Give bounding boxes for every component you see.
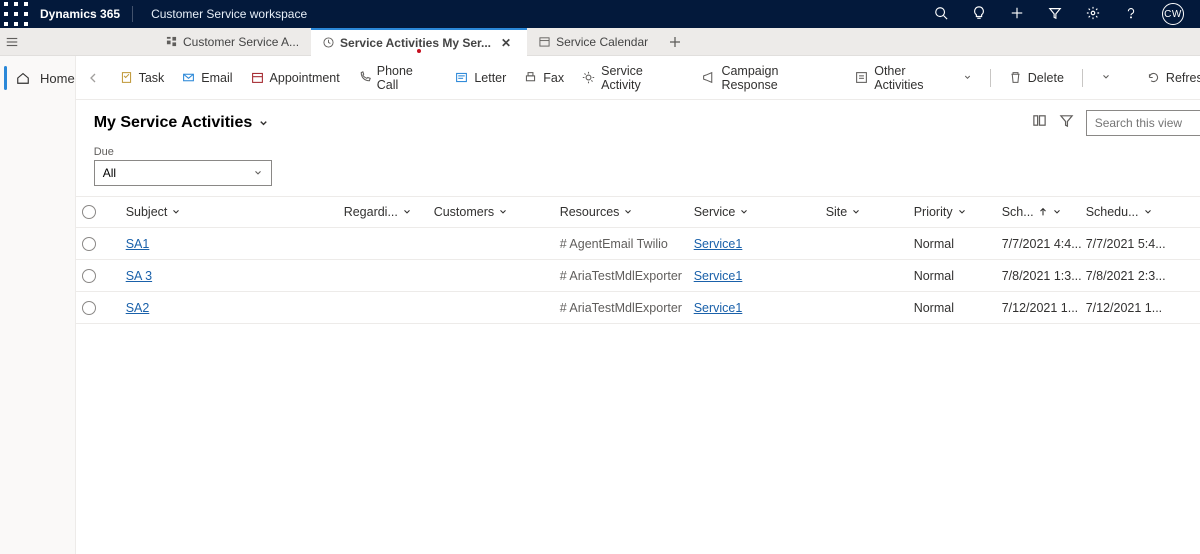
cmd-phone[interactable]: Phone Call xyxy=(358,64,438,92)
cmd-delete[interactable]: Delete xyxy=(1009,71,1064,85)
col-priority[interactable]: Priority xyxy=(914,205,1002,219)
filter-icon[interactable] xyxy=(1048,6,1062,23)
resources-cell: # AriaTestMdlExporter xyxy=(560,269,694,283)
cmd-email[interactable]: Email xyxy=(182,71,232,85)
lightbulb-icon[interactable] xyxy=(972,6,986,23)
resources-cell: # AgentEmail Twilio xyxy=(560,237,694,251)
grid-header: Subject Regardi... Customers Resources S… xyxy=(76,196,1200,228)
service-link[interactable]: Service1 xyxy=(694,301,743,315)
workspace-name[interactable]: Customer Service workspace xyxy=(133,7,325,21)
sort-asc-icon xyxy=(1038,207,1048,217)
search-view-box[interactable] xyxy=(1086,110,1200,136)
global-navbar: Dynamics 365 Customer Service workspace … xyxy=(0,0,1200,28)
scheduled-end-cell: 7/7/2021 5:4... xyxy=(1086,237,1174,251)
sidebar-toggle[interactable] xyxy=(0,28,24,55)
service-link[interactable]: Service1 xyxy=(694,269,743,283)
rail-item-home[interactable]: Home xyxy=(0,56,75,100)
subject-link[interactable]: SA2 xyxy=(126,301,150,315)
add-icon[interactable] xyxy=(1010,6,1024,23)
cmd-appointment[interactable]: Appointment xyxy=(251,71,340,85)
table-row[interactable]: SA1# AgentEmail TwilioService1Normal7/7/… xyxy=(76,228,1200,260)
command-bar: Task Email Appointment Phone Call Letter… xyxy=(76,56,1200,100)
service-link[interactable]: Service1 xyxy=(694,237,743,251)
filter-by-icon[interactable] xyxy=(1059,113,1074,133)
tab-label: Customer Service A... xyxy=(183,35,299,49)
tab-service-calendar[interactable]: Service Calendar xyxy=(527,28,660,55)
cmd-other-activities[interactable]: Other Activities xyxy=(855,64,972,92)
col-regarding[interactable]: Regardi... xyxy=(344,205,434,219)
priority-cell: Normal xyxy=(914,237,1002,251)
search-input[interactable] xyxy=(1095,116,1200,130)
cmd-fax[interactable]: Fax xyxy=(524,71,564,85)
scheduled-end-cell: 7/12/2021 1... xyxy=(1086,301,1174,315)
separator xyxy=(990,69,991,87)
scheduled-start-cell: 7/12/2021 1... xyxy=(1002,301,1086,315)
cmd-service-activity[interactable]: Service Activity xyxy=(582,64,684,92)
col-resources[interactable]: Resources xyxy=(560,205,694,219)
app-launcher-icon[interactable] xyxy=(4,2,28,26)
col-scheduled-end[interactable]: Schedu... xyxy=(1086,205,1174,219)
col-subject[interactable]: Subject xyxy=(126,205,344,219)
cmd-campaign[interactable]: Campaign Response xyxy=(702,64,837,92)
tab-label: Service Calendar xyxy=(556,35,648,49)
separator xyxy=(1082,69,1083,87)
search-icon[interactable] xyxy=(934,6,948,23)
filter-row: Due All xyxy=(76,142,1200,196)
col-site[interactable]: Site xyxy=(826,205,914,219)
table-row[interactable]: SA2# AriaTestMdlExporterService1Normal7/… xyxy=(76,292,1200,324)
col-service[interactable]: Service xyxy=(694,205,826,219)
brand-name[interactable]: Dynamics 365 xyxy=(28,7,132,21)
subject-link[interactable]: SA1 xyxy=(126,237,150,251)
scheduled-start-cell: 7/7/2021 4:4... xyxy=(1002,237,1086,251)
scheduled-start-cell: 7/8/2021 1:3... xyxy=(1002,269,1086,283)
tab-service-activities[interactable]: Service Activities My Ser... ✕ xyxy=(311,28,527,55)
select-all-radio[interactable] xyxy=(82,205,96,219)
priority-cell: Normal xyxy=(914,301,1002,315)
edit-columns-icon[interactable] xyxy=(1032,113,1047,133)
user-avatar[interactable]: CW xyxy=(1162,3,1184,25)
col-customers[interactable]: Customers xyxy=(434,205,560,219)
cmd-task[interactable]: Task xyxy=(120,71,165,85)
subject-link[interactable]: SA 3 xyxy=(126,269,152,283)
row-select-radio[interactable] xyxy=(82,301,96,315)
grid: Subject Regardi... Customers Resources S… xyxy=(76,196,1200,554)
tabstrip: Customer Service A... Service Activities… xyxy=(0,28,1200,56)
scheduled-end-cell: 7/8/2021 2:3... xyxy=(1086,269,1174,283)
filter-due-label: Due xyxy=(94,146,1200,158)
tab-label: Service Activities My Ser... xyxy=(340,36,491,50)
left-rail: Home xyxy=(0,56,76,554)
rail-item-label: Home xyxy=(40,71,75,86)
view-picker[interactable]: My Service Activities xyxy=(94,114,270,132)
col-scheduled-start[interactable]: Sch... xyxy=(1002,205,1086,219)
row-select-radio[interactable] xyxy=(82,269,96,283)
cmd-letter[interactable]: Letter xyxy=(455,71,506,85)
view-header: My Service Activities xyxy=(76,100,1200,142)
back-icon[interactable] xyxy=(86,70,102,86)
filter-due-select[interactable]: All xyxy=(94,160,272,186)
tab-close-icon[interactable]: ✕ xyxy=(497,36,515,50)
resources-cell: # AriaTestMdlExporter xyxy=(560,301,694,315)
tab-customer-service[interactable]: Customer Service A... xyxy=(154,28,311,55)
table-row[interactable]: SA 3# AriaTestMdlExporterService1Normal7… xyxy=(76,260,1200,292)
cmd-refresh[interactable]: Refresh xyxy=(1147,71,1200,85)
settings-icon[interactable] xyxy=(1086,6,1100,23)
priority-cell: Normal xyxy=(914,269,1002,283)
delete-split-chevron[interactable] xyxy=(1101,71,1111,85)
row-select-radio[interactable] xyxy=(82,237,96,251)
tab-add-icon[interactable] xyxy=(660,28,690,55)
help-icon[interactable] xyxy=(1124,6,1138,23)
